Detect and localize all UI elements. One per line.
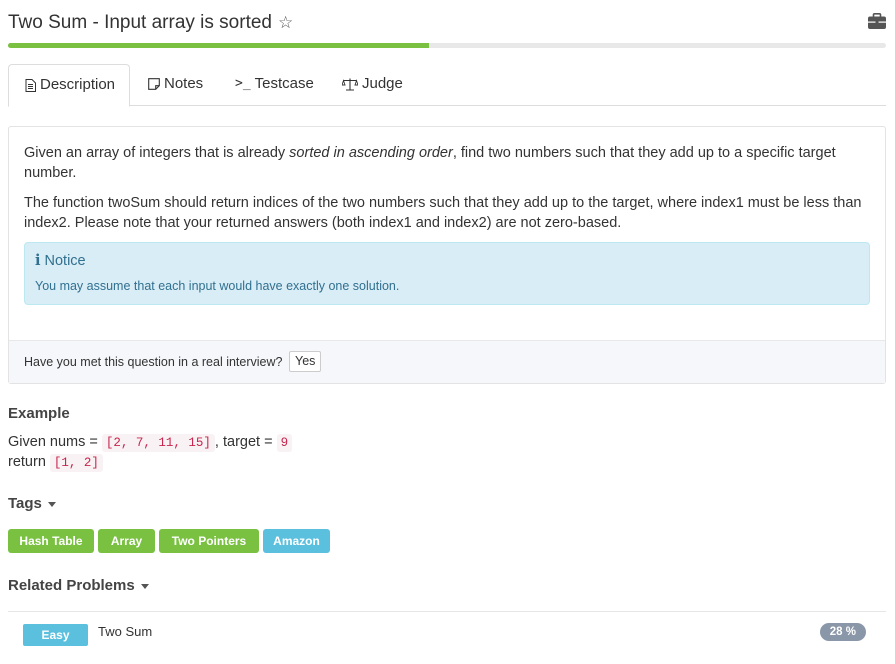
related-heading: Related Problems (8, 577, 135, 594)
description-text: Given an array of integers that is alrea… (24, 145, 290, 161)
example-line-2: return [1, 2] (8, 454, 103, 472)
description-paragraph: Given an array of integers that is alrea… (24, 143, 870, 183)
info-icon: i (35, 252, 41, 269)
briefcase-icon[interactable] (868, 13, 886, 29)
document-icon (25, 78, 36, 92)
progress-fill (8, 43, 430, 48)
example-text: return (8, 454, 50, 470)
problem-header: Two Sum - Input array is sorted ☆ (8, 10, 886, 40)
example-line-1: Given nums = [2, 7, 11, 15], target = 9 (8, 434, 293, 452)
terminal-icon: >_ (235, 76, 251, 92)
code-result: [1, 2] (49, 454, 103, 472)
tags-toggle[interactable]: Tags (8, 495, 56, 512)
tab-bar: Description Notes >_ Testcase Judge (8, 64, 886, 107)
star-icon[interactable]: ☆ (278, 13, 293, 33)
tags-heading: Tags (8, 495, 42, 512)
example-text: Given nums = (8, 434, 102, 450)
tab-testcase[interactable]: >_ Testcase (235, 64, 325, 106)
note-icon (148, 78, 160, 90)
interview-question: Have you met this question in a real int… (24, 355, 283, 369)
code-target: 9 (276, 434, 293, 452)
tag-array[interactable]: Array (98, 529, 155, 553)
description-paragraph: The function twoSum should return indice… (24, 195, 862, 231)
emphasis-text: sorted in ascending order (289, 145, 453, 161)
difficulty-badge: Easy (23, 624, 88, 646)
progress-bar (8, 43, 886, 48)
tab-notes[interactable]: Notes (148, 64, 218, 106)
description-panel: Given an array of integers that is alrea… (8, 126, 886, 384)
tab-description[interactable]: Description (8, 64, 130, 107)
tab-label: Testcase (254, 75, 314, 92)
notice-heading: i Notice (35, 252, 86, 269)
example-heading: Example (8, 405, 70, 422)
tag-two-pointers[interactable]: Two Pointers (159, 529, 259, 553)
tag-hash-table[interactable]: Hash Table (8, 529, 94, 553)
acceptance-badge: 28 % (819, 623, 866, 641)
related-problem-row[interactable]: Easy Two Sum 28 % (8, 611, 886, 651)
scale-icon (342, 78, 358, 91)
code-nums: [2, 7, 11, 15] (101, 434, 215, 452)
caret-down-icon (47, 501, 56, 507)
notice-box: i Notice You may assume that each input w… (24, 242, 870, 305)
interview-footer: Have you met this question in a real int… (9, 340, 885, 383)
caret-down-icon (140, 583, 149, 589)
related-problem-link[interactable]: Two Sum (98, 624, 152, 639)
notice-title: Notice (44, 253, 86, 269)
example-text: , target = (214, 434, 277, 450)
tab-label: Description (40, 76, 116, 93)
tab-judge[interactable]: Judge (342, 64, 422, 106)
notice-text: You may assume that each input would hav… (35, 279, 400, 293)
related-toggle[interactable]: Related Problems (8, 577, 149, 594)
page-title: Two Sum - Input array is sorted ☆ (8, 12, 293, 34)
yes-button[interactable]: Yes (289, 351, 322, 372)
tab-label: Judge (362, 75, 403, 92)
tag-amazon[interactable]: Amazon (263, 529, 330, 553)
problem-title: Two Sum - Input array is sorted (8, 12, 272, 33)
problem-description: Given an array of integers that is alrea… (24, 143, 870, 243)
tab-label: Notes (164, 75, 204, 92)
